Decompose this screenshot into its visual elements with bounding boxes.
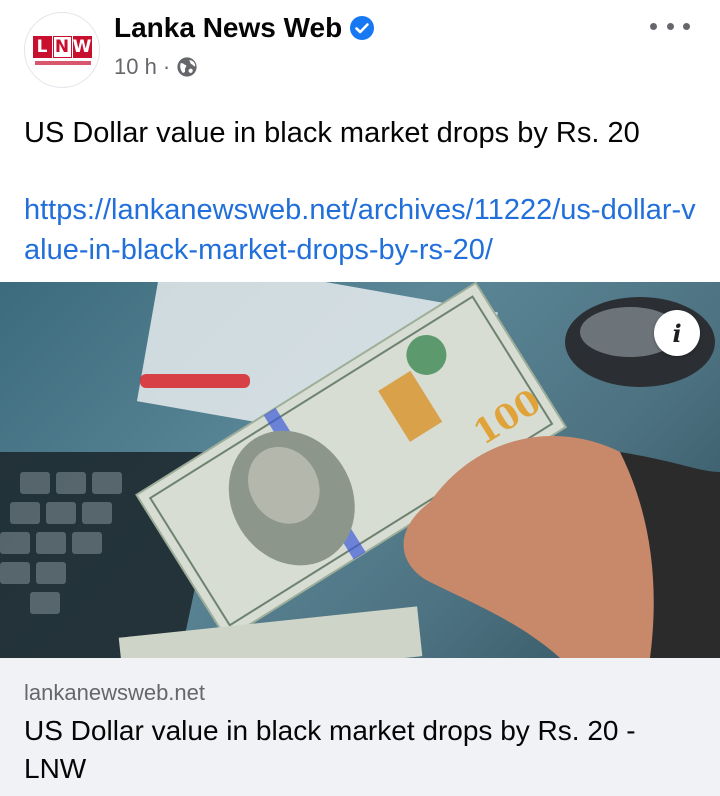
page-name[interactable]: Lanka News Web [114,12,342,44]
logo-letter-w: W [72,36,92,58]
logo-letter-l: L [32,36,52,58]
link-title: US Dollar value in black market drops by… [24,715,636,784]
banknote-photo: 100 [0,282,720,658]
lnw-logo: L N W [31,36,93,58]
page-name-link[interactable]: Lanka News Web [114,12,375,44]
more-options-button[interactable] [650,14,690,38]
logo-letter-n: N [52,36,72,58]
post-header: L N W Lanka News Web 10 h · [0,0,720,100]
more-dot [683,22,690,30]
red-pen [140,374,250,388]
verified-badge-icon [350,16,375,40]
post-meta: 10 h · [114,54,198,80]
meta-separator: · [162,54,171,79]
logo-underline [35,61,91,65]
info-button[interactable]: i [654,310,700,356]
post-link[interactable]: https://lankanewsweb.net/archives/11222/… [24,190,704,270]
post-text: US Dollar value in black market drops by… [24,117,640,149]
link-preview-card[interactable]: lankanewsweb.net US Dollar value in blac… [0,658,720,796]
page-avatar[interactable]: L N W [24,12,100,88]
link-domain: lankanewsweb.net [24,680,206,705]
post-time[interactable]: 10 h [114,54,157,80]
more-dot [666,22,674,30]
more-dot [650,22,657,30]
globe-icon [177,57,197,77]
post-image[interactable]: 100 i [0,282,720,658]
